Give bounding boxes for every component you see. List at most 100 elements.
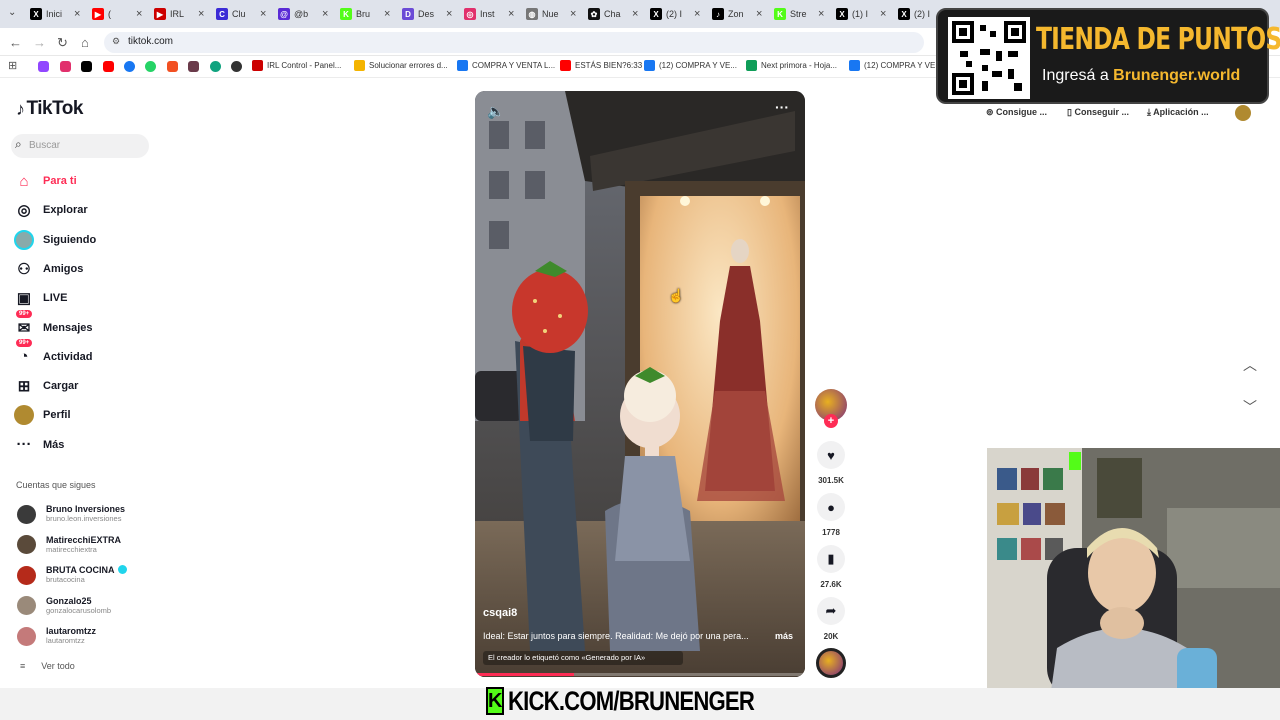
tab-close-icon[interactable]: × (570, 8, 576, 20)
chatgpt-icon[interactable] (210, 61, 221, 72)
video-progress-bar[interactable] (475, 673, 805, 676)
browser-tab[interactable]: ◍ Nue × (526, 4, 576, 24)
comment-button[interactable]: ● (817, 493, 845, 521)
more-options-icon[interactable]: ··· (775, 99, 789, 115)
x-icon[interactable] (81, 61, 92, 72)
following-account[interactable]: MatirecchiEXTRA matirecchiextra (17, 533, 121, 557)
whatsapp-icon[interactable] (145, 61, 156, 72)
browser-tab[interactable]: X (1) I × (836, 4, 886, 24)
youtube-icon[interactable] (103, 61, 114, 72)
browser-tab[interactable]: K Stre × (774, 4, 824, 24)
tab-close-icon[interactable]: × (322, 8, 328, 20)
browser-tab[interactable]: ▶ (× (92, 4, 142, 24)
forward-arrow-icon[interactable]: → (33, 35, 46, 50)
sidebar-item-amigos[interactable]: ⚇ Amigos (14, 258, 83, 280)
search-input[interactable]: ⌕ Buscar (11, 134, 149, 158)
tab-close-icon[interactable]: × (880, 8, 886, 20)
browser-tab[interactable]: @ @b × (278, 4, 328, 24)
get-coins-link[interactable]: ⊚ Consigue ... (986, 107, 1047, 118)
video-player[interactable]: 🔈 ··· csqai8 Ideal: Estar juntos para si… (475, 91, 805, 677)
tab-label: Stre (790, 9, 807, 19)
desktop-app-link[interactable]: ⤓ Aplicación ... (1147, 107, 1209, 118)
tab-close-icon[interactable]: × (260, 8, 266, 20)
sidebar-item-explorar[interactable]: ◎ Explorar (14, 199, 87, 221)
chevron-down-icon[interactable]: ﹀ (1243, 397, 1257, 417)
tab-close-icon[interactable]: × (694, 8, 700, 20)
browser-tab[interactable]: X (2) I × (650, 4, 700, 24)
home-icon: ⌂ (19, 172, 29, 190)
chevron-up-icon[interactable]: ︿ (1243, 355, 1257, 375)
bookmark-item[interactable]: (12) COMPRA Y VE... (849, 60, 942, 71)
sidebar-item-label: LIVE (43, 292, 68, 305)
save-button[interactable]: ▮ (817, 545, 845, 573)
tab-close-icon[interactable]: × (136, 8, 142, 20)
share-button[interactable]: ➦ (817, 597, 845, 625)
sidebar-item-perfil[interactable]: Perfil (14, 404, 71, 426)
promo-sub-site: Brunenger.world (1113, 67, 1241, 84)
sidebar-item-siguiendo[interactable]: Siguiendo (14, 229, 96, 251)
bookmark-item[interactable]: IRL Control - Panel... (252, 60, 341, 71)
more-link[interactable]: más (775, 631, 793, 641)
profile-avatar-top[interactable] (1235, 105, 1251, 121)
browser-tab[interactable]: ♪ Zon × (712, 4, 762, 24)
see-all-link[interactable]: ≡ Ver todo (20, 661, 75, 671)
bookmark-item[interactable]: Solucionar errores d... (354, 60, 448, 71)
bookmark-item[interactable]: (12) COMPRA Y VE... (644, 60, 737, 71)
tab-close-icon[interactable]: × (198, 8, 204, 20)
tab-label: Clu (232, 9, 246, 19)
more-icon: ··· (16, 436, 32, 454)
sound-disc-icon[interactable] (816, 648, 846, 678)
tab-close-icon[interactable]: × (818, 8, 824, 20)
sidebar-item-para-ti[interactable]: ⌂ Para ti (14, 170, 76, 192)
tab-close-icon[interactable]: × (632, 8, 638, 20)
tab-favicon-icon: X (836, 8, 848, 20)
sidebar-item-actividad[interactable]: ◔ 99+ Actividad (14, 338, 93, 368)
reload-icon[interactable]: ↻ (57, 35, 68, 51)
following-account[interactable]: Bruno Inversiones bruno.leon.inversiones (17, 502, 125, 526)
globe-icon[interactable] (231, 61, 242, 72)
browser-tab[interactable]: ◎ Inst × (464, 4, 514, 24)
get-app-link[interactable]: ▯ Conseguir ... (1067, 107, 1129, 118)
home-page-icon[interactable]: ⌂ (81, 35, 89, 50)
like-button[interactable]: ♥ (817, 441, 845, 469)
facebook-icon[interactable] (124, 61, 135, 72)
tab-close-icon[interactable]: × (756, 8, 762, 20)
site-info-icon[interactable]: ⚙ (112, 36, 120, 47)
sidebar-item-más[interactable]: ··· Más (14, 434, 65, 456)
sidebar-item-live[interactable]: ▣ LIVE (14, 287, 68, 309)
bookmark-label: (12) COMPRA Y VE... (659, 61, 737, 70)
url-bar[interactable]: ⚙ tiktok.com (104, 32, 924, 53)
sidebar-item-mensajes[interactable]: ✉ 99+ Mensajes (14, 309, 93, 339)
following-account[interactable]: BRUTA COCINA brutacocina (17, 563, 127, 587)
instagram-icon[interactable] (60, 61, 71, 72)
browser-tab[interactable]: ▶ IRL × (154, 4, 204, 24)
following-account[interactable]: lautaromtzz lautaromtzz (17, 624, 96, 648)
browser-tab[interactable]: K Bru × (340, 4, 390, 24)
tab-close-icon[interactable]: × (384, 8, 390, 20)
live-icon: ▣ (16, 290, 32, 308)
tab-search-chevron-icon[interactable]: ⌄ (8, 7, 16, 18)
following-account[interactable]: Gonzalo25 gonzalocarusolomb (17, 594, 111, 618)
photo-icon[interactable] (188, 61, 199, 72)
tab-close-icon[interactable]: × (446, 8, 452, 20)
video-username[interactable]: csqai8 (483, 607, 517, 619)
microsoft-icon[interactable] (167, 61, 178, 72)
follow-plus-icon[interactable]: + (824, 414, 838, 428)
apps-grid-icon[interactable]: ⊞ (8, 59, 17, 72)
browser-tab[interactable]: C Clu × (216, 4, 266, 24)
browser-tab[interactable]: X Inici × (30, 4, 80, 24)
webcam-image (987, 448, 1280, 720)
twitch-icon[interactable] (38, 61, 49, 72)
bookmark-item[interactable]: ESTÁS BIEN?6:33 (560, 60, 642, 71)
tiktok-logo[interactable]: ♪ TikTok (16, 98, 83, 120)
volume-icon[interactable]: 🔈 (487, 103, 504, 120)
browser-tab[interactable]: ✿ Cha × (588, 4, 638, 24)
back-arrow-icon[interactable]: ← (9, 35, 22, 50)
bookmark-item[interactable]: Next primora - Hoja... (746, 60, 837, 71)
browser-tab[interactable]: D Des × (402, 4, 452, 24)
bookmark-item[interactable]: COMPRA Y VENTA L... (457, 60, 555, 71)
bookmark-favicon-icon (560, 60, 571, 71)
tab-close-icon[interactable]: × (74, 8, 80, 20)
tab-close-icon[interactable]: × (508, 8, 514, 20)
sidebar-item-cargar[interactable]: ⊞ Cargar (14, 375, 79, 397)
